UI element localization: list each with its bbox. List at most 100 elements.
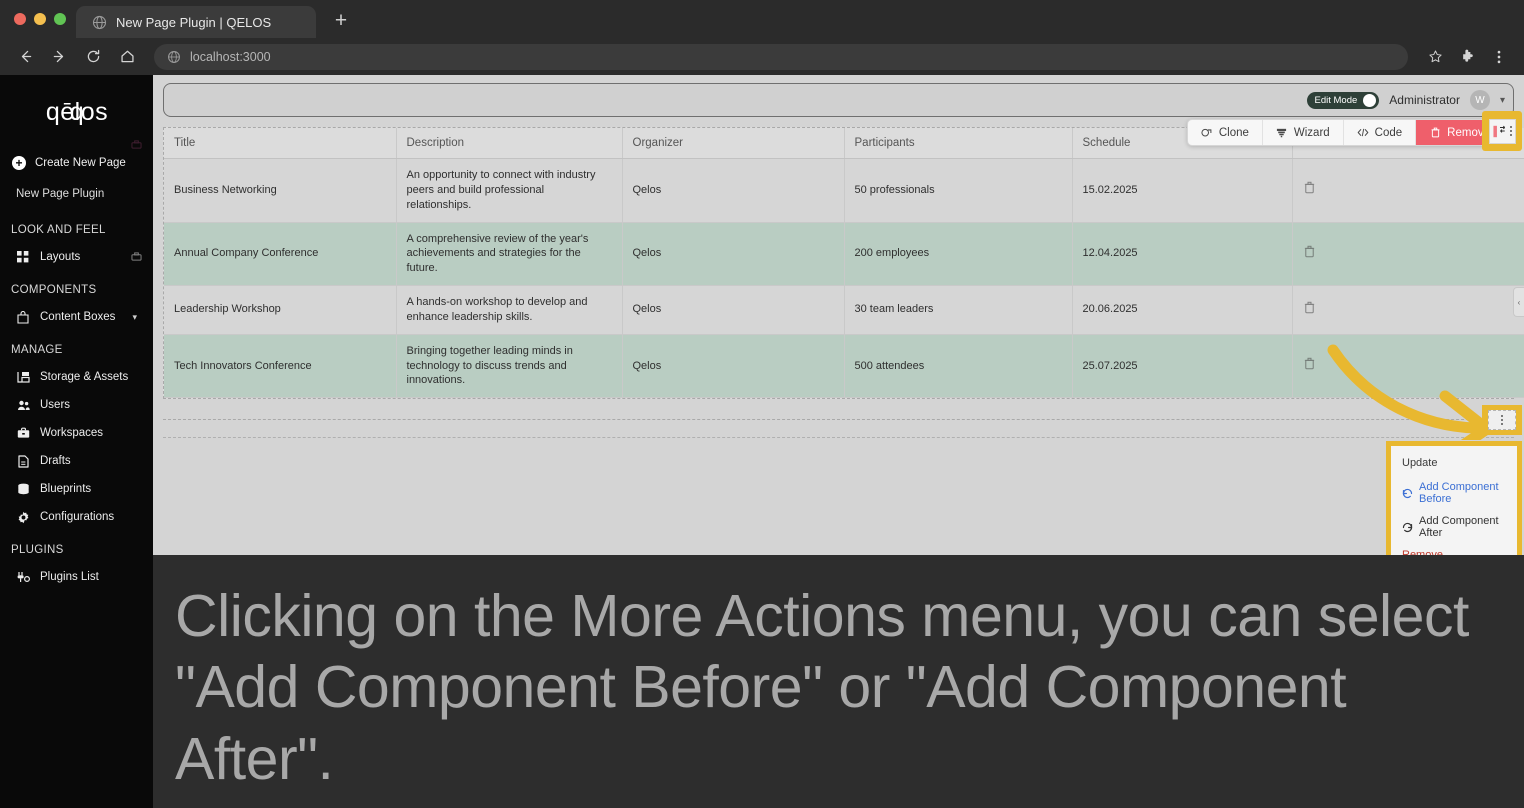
sidebar-item-drafts[interactable]: Drafts — [0, 447, 153, 475]
window-controls[interactable] — [10, 0, 76, 38]
vertical-dots-icon[interactable] — [1484, 43, 1514, 71]
table-row[interactable]: Tech Innovators Conference Bringing toge… — [164, 334, 1524, 399]
create-new-page-label: Create New Page — [35, 157, 126, 169]
browser-navbar: localhost:3000 — [0, 38, 1524, 75]
more-actions-button[interactable] — [1488, 118, 1516, 144]
url-bar[interactable]: localhost:3000 — [154, 43, 1408, 70]
page-topbar-wrap: Edit Mode Administrator W ▾ — [153, 75, 1524, 117]
chevron-down-icon[interactable]: ▾ — [1500, 95, 1505, 106]
vertical-dots-icon — [1509, 126, 1512, 136]
cell-actions — [1292, 285, 1524, 335]
sidebar-item-content-boxes[interactable]: Content Boxes ▾ — [0, 303, 153, 331]
star-icon[interactable] — [1420, 43, 1450, 71]
close-window-button[interactable] — [14, 13, 26, 25]
cell-schedule: 20.06.2025 — [1072, 285, 1293, 335]
sidebar-item-label: Users — [40, 399, 71, 411]
user-name: Administrator — [1389, 93, 1460, 107]
more-actions-highlight — [1482, 111, 1522, 151]
page-topbar: Edit Mode Administrator W ▾ — [163, 83, 1514, 117]
cell-schedule: 25.07.2025 — [1072, 334, 1293, 399]
trash-icon[interactable] — [1303, 245, 1316, 261]
column-header-title[interactable]: Title — [164, 128, 397, 159]
more-actions-icon — [1492, 125, 1505, 137]
storage-icon — [16, 370, 30, 384]
chevron-down-icon[interactable]: ▾ — [132, 312, 137, 323]
cell-organizer: Qelos — [622, 158, 845, 223]
trash-icon[interactable] — [1303, 182, 1316, 197]
code-button[interactable]: Code — [1344, 120, 1417, 145]
wizard-button[interactable]: Wizard — [1263, 120, 1344, 145]
sidebar-section-components: COMPONENTS — [11, 284, 97, 296]
table-row[interactable]: Annual Company Conference A comprehensiv… — [164, 222, 1524, 287]
globe-icon — [92, 15, 107, 30]
cell-description: A hands-on workshop to develop and enhan… — [396, 285, 623, 335]
cell-description: An opportunity to connect with industry … — [396, 158, 623, 223]
cell-title: Leadership Workshop — [164, 285, 397, 335]
browser-toolbar-right — [1420, 43, 1514, 71]
trash-icon[interactable] — [1303, 357, 1316, 373]
component-drop-zone[interactable] — [163, 405, 1514, 421]
component-drop-zone-secondary[interactable] — [163, 420, 1514, 439]
layout-tag-icon — [131, 252, 142, 262]
sidebar-section-manage: MANAGE — [11, 344, 63, 356]
more-actions-highlight-secondary — [1482, 405, 1522, 435]
home-icon[interactable] — [112, 43, 142, 71]
cell-title: Tech Innovators Conference — [164, 334, 397, 399]
plug-icon — [16, 570, 30, 584]
dropdown-item-label: Add Component Before — [1419, 481, 1499, 505]
users-icon — [16, 398, 30, 412]
cell-organizer: Qelos — [622, 334, 845, 399]
sidebar-item-storage-and-assets[interactable]: Storage & Assets — [0, 363, 153, 391]
document-icon — [16, 454, 30, 468]
puzzle-piece-icon[interactable] — [1452, 43, 1482, 71]
table-row[interactable]: Leadership Workshop A hands-on workshop … — [164, 285, 1524, 335]
sidebar-item-workspaces[interactable]: Workspaces — [0, 419, 153, 447]
forward-arrow-icon[interactable] — [44, 43, 74, 71]
more-actions-dropdown: Update Add Component Before Add Componen… — [1391, 446, 1517, 572]
table-row[interactable]: Business Networking An opportunity to co… — [164, 158, 1524, 223]
plus-icon: + — [12, 156, 26, 170]
gear-icon — [16, 510, 30, 524]
sidebar-item-configurations[interactable]: Configurations — [0, 503, 153, 531]
minimize-window-button[interactable] — [34, 13, 46, 25]
dropdown-item-add-component-before[interactable]: Add Component Before — [1391, 476, 1517, 510]
sidebar-item-layouts[interactable]: Layouts — [0, 243, 153, 271]
reload-icon[interactable] — [78, 43, 108, 71]
globe-icon — [167, 50, 181, 64]
sidebar-item-plugins-list[interactable]: Plugins List — [0, 563, 153, 591]
dropdown-item-add-component-after[interactable]: Add Component After — [1391, 510, 1517, 544]
avatar[interactable]: W — [1469, 90, 1490, 110]
clone-button[interactable]: Clone — [1188, 120, 1263, 145]
sidebar-item-users[interactable]: Users — [0, 391, 153, 419]
column-header-participants[interactable]: Participants — [844, 128, 1073, 159]
edit-mode-toggle[interactable]: Edit Mode — [1306, 91, 1380, 109]
sidebar-item-label: Plugins List — [40, 571, 99, 583]
sidebar-item-label: Blueprints — [40, 483, 92, 495]
new-page-plugin-label: New Page Plugin — [16, 188, 105, 200]
grid-icon — [16, 250, 30, 264]
cell-actions — [1292, 334, 1524, 399]
more-actions-button-secondary[interactable] — [1488, 410, 1516, 430]
trash-icon[interactable] — [1303, 301, 1316, 317]
sidebar-item-new-page-plugin[interactable]: New Page Plugin — [0, 177, 153, 211]
back-arrow-icon[interactable] — [10, 43, 40, 71]
panel-collapse-handle[interactable]: ‹ — [1513, 287, 1524, 317]
sidebar-item-label: Content Boxes — [40, 311, 116, 323]
column-header-description[interactable]: Description — [396, 128, 623, 159]
sidebar-item-blueprints[interactable]: Blueprints — [0, 475, 153, 503]
clone-label: Clone — [1218, 126, 1249, 139]
browser-chrome: New Page Plugin | QELOS + localhost:3000 — [0, 0, 1524, 75]
column-header-organizer[interactable]: Organizer — [622, 128, 845, 159]
cell-schedule: 15.02.2025 — [1072, 158, 1293, 223]
dropdown-header: Update — [1402, 457, 1438, 469]
maximize-window-button[interactable] — [54, 13, 66, 25]
vertical-dots-icon — [1501, 415, 1503, 425]
box-icon — [16, 310, 30, 324]
sidebar-item-label: Configurations — [40, 511, 115, 523]
new-tab-button[interactable]: + — [326, 6, 356, 36]
sidebar-item-label: Workspaces — [40, 427, 104, 439]
wizard-icon — [1276, 127, 1288, 139]
sidebar-create-new-page[interactable]: + Create New Page — [0, 149, 153, 177]
cell-actions — [1292, 158, 1524, 223]
browser-tab[interactable]: New Page Plugin | QELOS — [76, 6, 316, 38]
